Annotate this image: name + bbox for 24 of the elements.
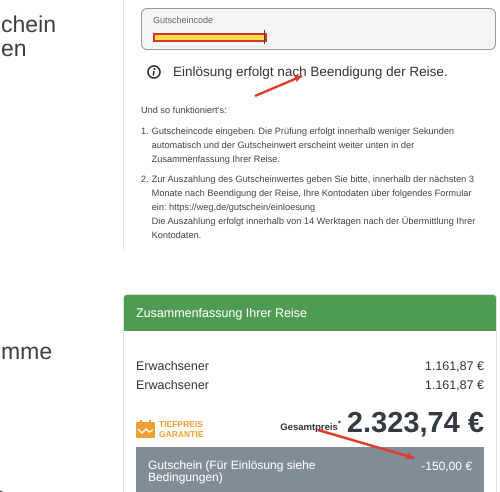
price-amount: 1.161,87 € (424, 358, 484, 375)
total-price: 2.323,74 € (346, 407, 484, 439)
card-title: Zusammenfassung Ihrer Reise (124, 295, 496, 331)
section-heading: chein (0, 12, 57, 36)
section-heading: mme (0, 339, 54, 363)
guarantee-logo-text: TIEFPREIS GARANTIE (159, 419, 204, 439)
traveler-label: Erwachsener (136, 377, 209, 394)
voucher-label: Gutschein (Für Einlösung siehe Bedingungen) (148, 459, 316, 485)
section-heading: en (0, 36, 28, 60)
voucher-amount: -150,00 € (421, 459, 472, 475)
traveler-label: Erwachsener (136, 358, 209, 375)
step-number: 1. (141, 125, 149, 138)
total-label: Gesamtpreis$^{*}$ (280, 418, 341, 433)
text-cursor (264, 30, 265, 44)
step-number: 2. (141, 173, 149, 186)
voucher-code-field[interactable]: Gutscheincode (141, 8, 496, 50)
info-text: Einlösung erfolgt nach Beendigung der Reise. (173, 64, 448, 79)
instructions-title: Und so funktioniert’s: (141, 105, 228, 115)
info-icon (147, 64, 161, 78)
calendar-icon (136, 420, 155, 438)
step-text: Zur Auszahlung des Gutscheinwertes geben Sie bitte, innerhalb der nächsten 3 Monate nach Beendigung der Reise, Ihre Kontodaten über folgendes Formular ein: https://weg.de/gutschein/einloesung (152, 173, 475, 214)
step-text: Gutscheincode eingeben. Die Prüfung erfolgt innerhalb weniger Sekunden automatisch und der Gutscheinwert erscheint weiter unten in der Zusammenfassung Ihrer Reise. (152, 125, 456, 166)
price-amount: 1.161,87 € (424, 377, 484, 394)
step-text: Die Auszahlung erfolgt innerhalb von 14 Werktagen nach der Übermittlung Ihrer Kontodaten. (152, 215, 476, 242)
